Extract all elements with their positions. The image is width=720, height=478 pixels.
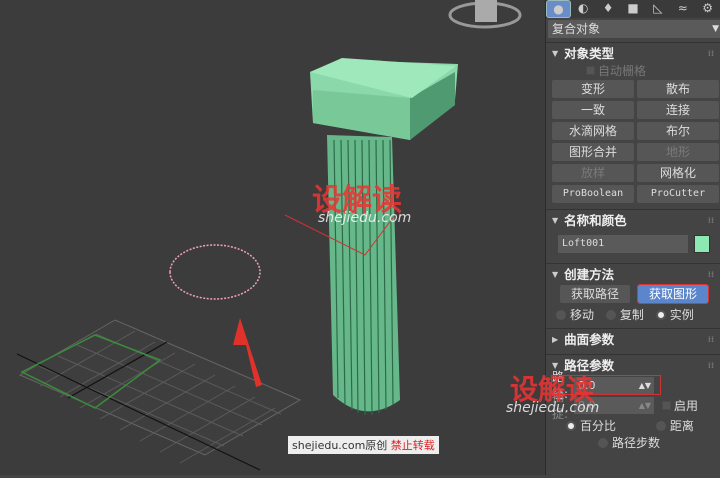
auto-grid-label: 自动栅格 <box>598 63 647 78</box>
auto-grid-checkbox[interactable]: 自动栅格 <box>586 62 714 78</box>
percentage-radio[interactable]: 百分比 <box>566 417 616 434</box>
blobmesh-button[interactable]: 水滴网格 <box>552 122 634 140</box>
light-icon[interactable]: ♦ <box>596 0 621 18</box>
mesher-button[interactable]: 网格化 <box>637 164 719 182</box>
collapse-icon: ▼ <box>552 49 559 58</box>
loft-button[interactable]: 放样 <box>552 164 634 182</box>
object-color-swatch[interactable] <box>694 235 710 253</box>
terrain-button[interactable]: 地形 <box>637 143 719 161</box>
get-shape-button[interactable]: 获取图形 <box>637 284 709 304</box>
distance-label: 距离 <box>669 419 694 433</box>
footer-original: 原创 <box>365 439 388 452</box>
create-tab-icon[interactable]: ● <box>546 0 571 18</box>
camera-icon[interactable]: ■ <box>621 0 646 18</box>
footer-watermark: shejiedu.com原创 禁止转载 <box>288 436 439 454</box>
radio-icon <box>556 309 566 320</box>
path-steps-label: 路径步数 <box>612 436 661 450</box>
rollout-title: 曲面参数 <box>564 332 615 347</box>
collapse-icon: ▼ <box>552 270 559 279</box>
proboolean-button[interactable]: ProBoolean <box>552 185 634 203</box>
radio-icon <box>566 420 576 431</box>
spacewarp-icon[interactable]: ≈ <box>670 0 695 18</box>
radio-icon <box>655 309 666 320</box>
loft-column <box>310 58 458 416</box>
percentage-label: 百分比 <box>580 419 617 433</box>
shapemerge-button[interactable]: 图形合并 <box>552 143 634 161</box>
instance-radio[interactable]: 实例 <box>655 306 694 323</box>
rollout-header[interactable]: ▼ 名称和颜色 ⁞⁞ <box>552 212 714 229</box>
move-radio[interactable]: 移动 <box>556 306 594 323</box>
category-value: 复合对象 <box>552 22 601 36</box>
rollout-title: 创建方法 <box>564 267 615 282</box>
spinner-arrows-icon[interactable]: ▲▼ <box>639 377 651 394</box>
watermark-site: shejiedu.com <box>318 210 412 226</box>
move-label: 移动 <box>570 308 595 322</box>
object-name-input[interactable]: Loft001 <box>558 235 688 253</box>
grip-icon: ⁞⁞ <box>707 270 714 279</box>
grip-icon: ⁞⁞ <box>707 335 714 344</box>
distance-radio[interactable]: 距离 <box>655 417 694 434</box>
command-panel: ● ◐ ♦ ■ ◺ ≈ ⚙ 复合对象 ▼ ▼ 对象类型 ⁞⁞ 自动栅格 变形 散布 一… <box>506 0 720 475</box>
viewport-scene <box>16 0 522 471</box>
rollout-header[interactable]: ▼ 创建方法 ⁞⁞ <box>552 266 714 283</box>
rollout-title: 对象类型 <box>564 46 615 61</box>
viewcube <box>448 0 522 29</box>
watermark-site-2: shejiedu.com <box>506 400 600 416</box>
radio-icon <box>605 309 616 320</box>
helper-icon[interactable]: ◺ <box>645 0 670 18</box>
rollout-creation-method: ▼ 创建方法 ⁞⁞ 获取路径 获取图形 移动 复制 实例 <box>546 263 720 324</box>
expand-icon: ▶ <box>552 335 559 344</box>
grip-icon: ⁞⁞ <box>707 361 714 370</box>
modify-tab-icon[interactable]: ◐ <box>571 0 596 18</box>
viewport[interactable]: 设解读 shejiedu.com shejiedu.com原创 禁止转载 <box>0 0 545 475</box>
collapse-icon: ▼ <box>552 216 559 225</box>
radio-icon <box>598 437 608 448</box>
rollout-header[interactable]: ▶ 曲面参数 ⁞⁞ <box>552 331 714 348</box>
rollout-header[interactable]: ▼ 对象类型 ⁞⁞ <box>552 45 714 62</box>
footer-no-repost: 禁止转载 <box>390 439 435 452</box>
path-steps-radio[interactable]: 路径步数 <box>598 434 660 451</box>
morph-button[interactable]: 变形 <box>552 80 634 98</box>
rollout-title: 名称和颜色 <box>564 213 627 228</box>
radio-icon <box>655 420 666 431</box>
rollout-object-type: ▼ 对象类型 ⁞⁞ 自动栅格 变形 散布 一致 连接 水滴网格 布尔 图形合并 地形… <box>546 42 720 205</box>
checkbox-icon <box>662 400 671 410</box>
conform-button[interactable]: 一致 <box>552 101 634 119</box>
copy-label: 复制 <box>619 308 644 322</box>
procutter-button[interactable]: ProCutter <box>637 185 719 203</box>
spinner-arrows-icon[interactable]: ▲▼ <box>639 397 651 414</box>
scatter-button[interactable]: 散布 <box>637 80 719 98</box>
copy-radio[interactable]: 复制 <box>605 306 644 323</box>
panel-tabs: ● ◐ ♦ ■ ◺ ≈ ⚙ <box>546 0 720 18</box>
grip-icon: ⁞⁞ <box>707 216 714 225</box>
boolean-button[interactable]: 布尔 <box>637 122 719 140</box>
checkbox-icon <box>586 65 595 75</box>
rollout-name-color: ▼ 名称和颜色 ⁞⁞ Loft001 <box>546 209 720 259</box>
instance-label: 实例 <box>669 308 694 322</box>
chevron-down-icon: ▼ <box>712 24 719 34</box>
rollout-surface-params: ▶ 曲面参数 ⁞⁞ <box>546 328 720 350</box>
enable-checkbox[interactable]: 启用 <box>662 397 698 414</box>
star-shape <box>169 244 261 300</box>
footer-site: shejiedu.com <box>292 439 366 452</box>
connect-button[interactable]: 连接 <box>637 101 719 119</box>
enable-label: 启用 <box>674 398 699 413</box>
gear-icon[interactable]: ⚙ <box>695 0 720 18</box>
category-dropdown[interactable]: 复合对象 ▼ <box>548 20 720 38</box>
ground-grid <box>16 319 302 471</box>
grip-icon: ⁞⁞ <box>707 49 714 58</box>
get-path-button[interactable]: 获取路径 <box>560 285 630 303</box>
